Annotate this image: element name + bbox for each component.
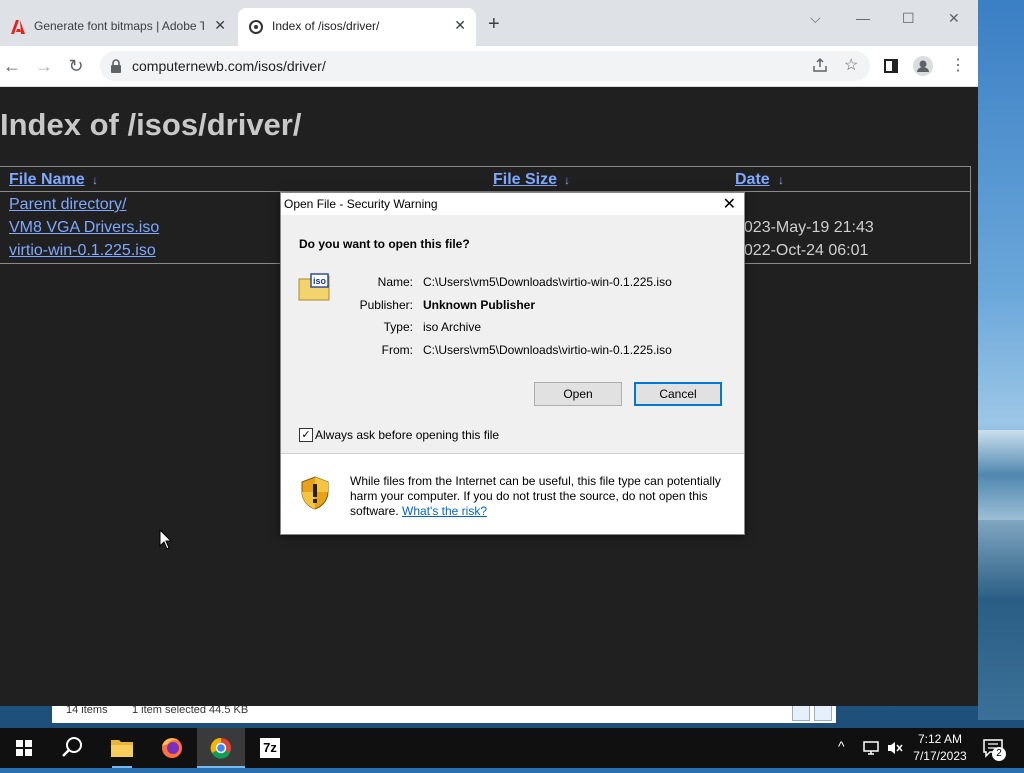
seven-zip-taskbar-button[interactable]: 7z bbox=[246, 728, 294, 768]
file-link-virtio[interactable]: virtio-win-0.1.225.iso bbox=[9, 242, 156, 260]
adobe-icon bbox=[11, 20, 25, 34]
page-title: Index of /isos/driver/ bbox=[0, 107, 302, 142]
clock-date: 7/17/2023 bbox=[913, 749, 967, 763]
tab-strip: Generate font bitmaps | Adobe T ✕ Index … bbox=[0, 0, 978, 46]
sort-arrow-icon[interactable]: ↓ bbox=[92, 173, 98, 187]
file-explorer-icon[interactable] bbox=[98, 728, 146, 768]
tab-index[interactable]: Index of /isos/driver/ ✕ bbox=[238, 8, 476, 46]
clock-time: 7:12 AM bbox=[917, 732, 963, 746]
warning-panel: While files from the Internet can be use… bbox=[281, 454, 744, 534]
chrome-icon bbox=[210, 737, 231, 759]
browser-toolbar: ← → ↻ computernewb.com/isos/driver/ ☆ ⋮ bbox=[0, 46, 978, 87]
notification-count-badge: 2 bbox=[992, 747, 1006, 761]
cancel-button[interactable]: Cancel bbox=[634, 382, 722, 406]
whats-the-risk-link[interactable]: What's the risk? bbox=[402, 504, 487, 518]
from-label: From: bbox=[381, 343, 413, 357]
url-text[interactable]: computernewb.com/isos/driver/ bbox=[132, 58, 326, 74]
volume-muted-icon[interactable] bbox=[886, 740, 904, 756]
name-label: Name: bbox=[377, 275, 413, 289]
search-icon[interactable] bbox=[48, 728, 96, 768]
name-value: C:\Users\vm5\Downloads\virtio-win-0.1.22… bbox=[423, 275, 672, 289]
wallpaper-sea bbox=[978, 520, 1024, 720]
tab-title: Generate font bitmaps | Adobe T bbox=[34, 19, 204, 33]
dialog-titlebar[interactable]: Open File - Security Warning ✕ bbox=[281, 193, 744, 215]
warning-text: While files from the Internet can be use… bbox=[350, 474, 730, 519]
always-ask-checkbox[interactable]: ✓ bbox=[299, 428, 313, 442]
always-ask-label[interactable]: Always ask before opening this file bbox=[315, 428, 499, 442]
back-icon[interactable]: ← bbox=[2, 56, 22, 76]
address-bar[interactable]: computernewb.com/isos/driver/ ☆ bbox=[100, 51, 870, 81]
tab-search-chevron-icon[interactable]: ⌵ bbox=[810, 10, 821, 27]
mouse-cursor-icon bbox=[159, 529, 173, 550]
sort-arrow-icon[interactable]: ↓ bbox=[778, 173, 784, 187]
dialog-question: Do you want to open this file? bbox=[299, 237, 470, 251]
minimize-icon[interactable]: — bbox=[856, 10, 870, 26]
menu-kebab-icon[interactable]: ⋮ bbox=[950, 55, 966, 75]
network-icon[interactable] bbox=[862, 740, 880, 756]
security-warning-dialog: Open File - Security Warning ✕ Do you wa… bbox=[280, 192, 745, 535]
taskbar: 7z ^ 7:12 AM 7/17/2023 2 bbox=[0, 728, 1024, 768]
column-header-date[interactable]: Date bbox=[735, 171, 770, 189]
wallpaper-wave bbox=[978, 430, 1024, 520]
dialog-close-icon[interactable]: ✕ bbox=[723, 194, 736, 214]
forward-icon[interactable]: → bbox=[34, 56, 54, 76]
new-tab-icon[interactable]: + bbox=[488, 14, 500, 34]
maximize-icon[interactable]: ☐ bbox=[902, 10, 915, 27]
computernewb-icon bbox=[249, 20, 263, 34]
publisher-label: Publisher: bbox=[359, 298, 413, 312]
dialog-title: Open File - Security Warning bbox=[284, 197, 438, 211]
warning-shield-icon bbox=[301, 476, 329, 510]
bookmark-star-icon[interactable]: ☆ bbox=[844, 55, 858, 75]
show-hidden-icons-chevron-icon[interactable]: ^ bbox=[838, 738, 845, 754]
side-panel-icon[interactable] bbox=[884, 59, 898, 73]
sort-arrow-icon[interactable]: ↓ bbox=[564, 173, 570, 187]
column-header-file-name[interactable]: File Name bbox=[9, 171, 85, 189]
close-window-icon[interactable]: ✕ bbox=[948, 10, 960, 27]
type-value: iso Archive bbox=[423, 320, 482, 334]
from-value: C:\Users\vm5\Downloads\virtio-win-0.1.22… bbox=[423, 343, 672, 357]
seven-zip-icon: 7z bbox=[260, 738, 280, 758]
file-date: 2022-Oct-24 06:01 bbox=[735, 242, 869, 259]
lock-icon[interactable] bbox=[110, 59, 122, 73]
close-tab-icon[interactable]: ✕ bbox=[454, 17, 466, 34]
file-link-vm8[interactable]: VM8 VGA Drivers.iso bbox=[9, 219, 159, 237]
file-date: 2023-May-19 21:43 bbox=[735, 219, 874, 236]
windows-start-icon[interactable] bbox=[0, 728, 48, 768]
publisher-value: Unknown Publisher bbox=[423, 298, 536, 312]
reload-icon[interactable]: ↻ bbox=[66, 56, 86, 76]
system-clock[interactable]: 7:12 AM 7/17/2023 bbox=[910, 731, 970, 765]
close-tab-icon[interactable]: ✕ bbox=[214, 17, 226, 34]
type-label: Type: bbox=[383, 320, 413, 334]
chrome-taskbar-button[interactable] bbox=[197, 728, 245, 768]
column-header-file-size[interactable]: File Size bbox=[493, 171, 557, 189]
tab-adobe[interactable]: Generate font bitmaps | Adobe T ✕ bbox=[0, 8, 236, 46]
firefox-icon[interactable] bbox=[148, 728, 196, 768]
file-link-parent[interactable]: Parent directory/ bbox=[9, 196, 126, 214]
open-button[interactable]: Open bbox=[534, 382, 622, 406]
profile-avatar-icon[interactable] bbox=[913, 56, 933, 76]
tab-title: Index of /isos/driver/ bbox=[272, 19, 380, 33]
share-icon[interactable] bbox=[812, 57, 828, 73]
